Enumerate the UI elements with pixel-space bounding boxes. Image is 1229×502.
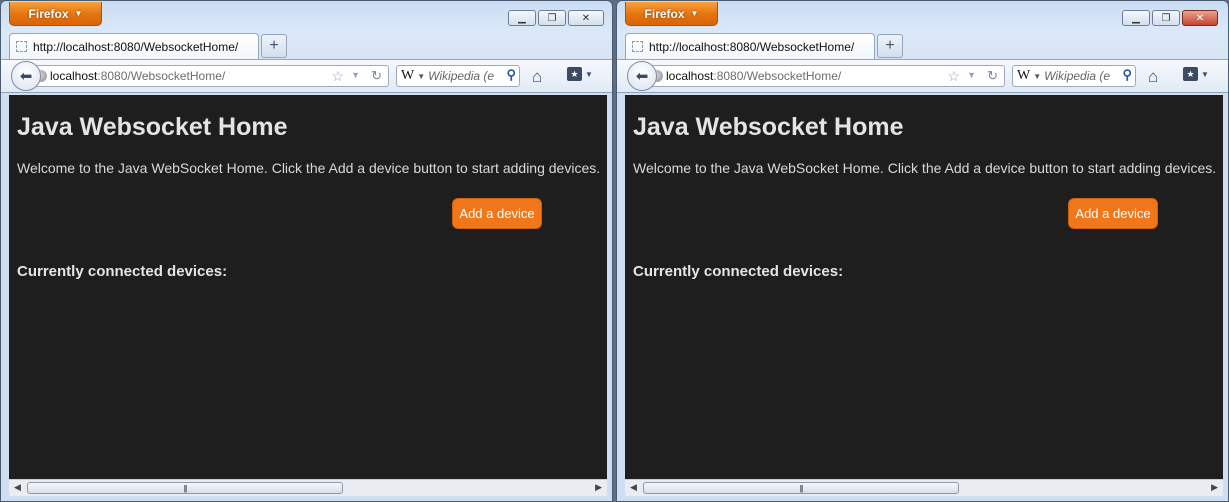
- maximize-button[interactable]: ❐: [538, 10, 566, 26]
- search-engine-dropdown-icon[interactable]: ▼: [417, 72, 425, 81]
- search-input[interactable]: Wikipedia (en): [428, 69, 494, 83]
- minimize-icon: ▁: [1132, 12, 1140, 24]
- window-controls: ▁ ❐ ✕: [508, 10, 604, 26]
- reload-icon[interactable]: ↻: [371, 68, 382, 84]
- firefox-menu-label: Firefox: [28, 6, 69, 21]
- restore-icon: ❐: [547, 12, 557, 24]
- url-path: :8080/WebsocketHome/: [97, 69, 226, 83]
- close-button[interactable]: ✕: [568, 10, 604, 26]
- bookmarks-icon: ★: [1183, 67, 1198, 81]
- plus-icon: +: [269, 37, 279, 54]
- search-bar[interactable]: W ▼ Wikipedia (en) ⚲: [1012, 65, 1136, 87]
- page-title: Java Websocket Home: [633, 113, 904, 141]
- page-content: Java Websocket Home Welcome to the Java …: [625, 95, 1223, 479]
- navigation-toolbar: o localhost:8080/WebsocketHome/ ☆ ▼ ↻ ⬅ …: [617, 59, 1228, 93]
- window-frame-right: [1223, 95, 1228, 501]
- welcome-text: Welcome to the Java WebSocket Home. Clic…: [17, 160, 601, 176]
- plus-icon: +: [885, 37, 895, 54]
- browser-window-left: Firefox ▼ ▁ ❐ ✕ http://localhost:8080/We…: [0, 0, 613, 502]
- url-bar[interactable]: o localhost:8080/WebsocketHome/ ☆ ▼ ↻: [29, 65, 389, 87]
- search-engine-dropdown-icon[interactable]: ▼: [1033, 72, 1041, 81]
- wikipedia-icon[interactable]: W: [1017, 68, 1030, 84]
- horizontal-scrollbar[interactable]: ◀ ||| ▶: [625, 479, 1223, 496]
- scroll-right-icon[interactable]: ▶: [1211, 482, 1218, 493]
- url-host: localhost: [50, 69, 98, 83]
- firefox-menu-button[interactable]: Firefox ▼: [625, 2, 718, 26]
- history-dropdown-icon[interactable]: ▼: [967, 70, 976, 80]
- home-icon[interactable]: ⌂: [532, 67, 542, 87]
- window-frame-right: [607, 95, 612, 501]
- window-controls: ▁ ❐ ✕: [1122, 10, 1218, 26]
- url-bar[interactable]: o localhost:8080/WebsocketHome/ ☆ ▼ ↻: [645, 65, 1005, 87]
- page-favicon-icon: [16, 41, 27, 52]
- back-button[interactable]: ⬅: [627, 61, 657, 91]
- close-icon: ✕: [581, 12, 591, 24]
- tab-websocket-home[interactable]: http://localhost:8080/WebsocketHome/: [9, 33, 259, 59]
- minimize-button[interactable]: ▁: [508, 10, 536, 26]
- window-frame-left: [1, 95, 9, 501]
- wikipedia-icon[interactable]: W: [401, 68, 414, 84]
- scrollbar-thumb[interactable]: |||: [27, 482, 343, 494]
- chevron-down-icon: ▼: [690, 9, 699, 18]
- bookmarks-menu-button[interactable]: ★ ▼: [1183, 67, 1209, 81]
- bookmark-star-icon[interactable]: ☆: [947, 68, 960, 85]
- search-input[interactable]: Wikipedia (en): [1044, 69, 1110, 83]
- page-content: Java Websocket Home Welcome to the Java …: [9, 95, 607, 479]
- bookmarks-icon: ★: [567, 67, 582, 81]
- new-tab-button[interactable]: +: [261, 34, 287, 58]
- firefox-menu-label: Firefox: [644, 6, 685, 21]
- bookmarks-menu-button[interactable]: ★ ▼: [567, 67, 593, 81]
- firefox-menu-button[interactable]: Firefox ▼: [9, 2, 102, 26]
- window-frame-left: [617, 95, 625, 501]
- back-button[interactable]: ⬅: [11, 61, 41, 91]
- chevron-down-icon: ▼: [585, 69, 593, 79]
- navigation-toolbar: o localhost:8080/WebsocketHome/ ☆ ▼ ↻ ⬅ …: [1, 59, 612, 93]
- devices-heading: Currently connected devices:: [633, 263, 844, 280]
- grip-icon: |||: [183, 483, 187, 493]
- horizontal-scrollbar[interactable]: ◀ ||| ▶: [9, 479, 607, 496]
- search-bar[interactable]: W ▼ Wikipedia (en) ⚲: [396, 65, 520, 87]
- minimize-button[interactable]: ▁: [1122, 10, 1150, 26]
- chevron-down-icon: ▼: [74, 9, 83, 18]
- devices-heading: Currently connected devices:: [17, 263, 228, 280]
- search-icon[interactable]: ⚲: [1122, 67, 1132, 83]
- scroll-left-icon[interactable]: ◀: [14, 482, 21, 493]
- search-icon[interactable]: ⚲: [506, 67, 516, 83]
- welcome-text: Welcome to the Java WebSocket Home. Clic…: [633, 160, 1217, 176]
- tab-title: http://localhost:8080/WebsocketHome/: [649, 39, 855, 54]
- history-dropdown-icon[interactable]: ▼: [351, 70, 360, 80]
- url-host: localhost: [666, 69, 714, 83]
- scroll-left-icon[interactable]: ◀: [630, 482, 637, 493]
- add-device-button[interactable]: Add a device: [1068, 198, 1158, 229]
- back-arrow-icon: ⬅: [635, 68, 649, 85]
- back-arrow-icon: ⬅: [19, 68, 33, 85]
- scrollbar-thumb[interactable]: |||: [643, 482, 959, 494]
- scroll-right-icon[interactable]: ▶: [595, 482, 602, 493]
- grip-icon: |||: [799, 483, 803, 493]
- maximize-button[interactable]: ❐: [1152, 10, 1180, 26]
- page-favicon-icon: [632, 41, 643, 52]
- browser-window-right: Firefox ▼ ▁ ❐ ✕ http://localhost:8080/We…: [616, 0, 1229, 502]
- close-button[interactable]: ✕: [1182, 10, 1218, 26]
- url-path: :8080/WebsocketHome/: [713, 69, 842, 83]
- add-device-button[interactable]: Add a device: [452, 198, 542, 229]
- tab-title: http://localhost:8080/WebsocketHome/: [33, 39, 239, 54]
- bookmark-star-icon[interactable]: ☆: [331, 68, 344, 85]
- minimize-icon: ▁: [518, 12, 526, 24]
- new-tab-button[interactable]: +: [877, 34, 903, 58]
- chevron-down-icon: ▼: [1201, 69, 1209, 79]
- page-title: Java Websocket Home: [17, 113, 288, 141]
- tab-websocket-home[interactable]: http://localhost:8080/WebsocketHome/: [625, 33, 875, 59]
- close-icon: ✕: [1195, 12, 1205, 24]
- restore-icon: ❐: [1161, 12, 1171, 24]
- reload-icon[interactable]: ↻: [987, 68, 998, 84]
- home-icon[interactable]: ⌂: [1148, 67, 1158, 87]
